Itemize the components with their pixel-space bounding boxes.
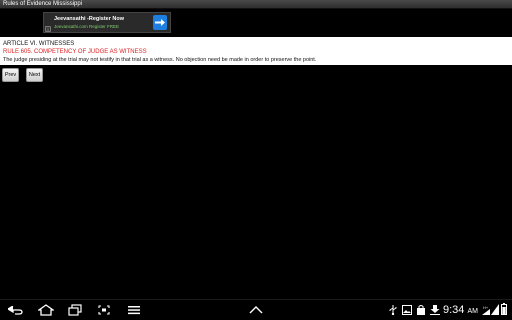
download-icon bbox=[430, 305, 440, 315]
ad-info-icon[interactable]: i bbox=[45, 26, 51, 32]
battery-icon bbox=[501, 303, 507, 315]
rule-text: The judge presiding at the trial may not… bbox=[3, 57, 317, 63]
image-icon bbox=[402, 305, 412, 315]
next-button[interactable]: Next bbox=[26, 68, 43, 82]
system-navigation-bar: 9:34 AM H+ bbox=[0, 299, 512, 320]
recent-apps-icon[interactable] bbox=[68, 304, 82, 316]
home-icon[interactable] bbox=[38, 304, 54, 316]
ad-title: Jeevansathi -Register Now bbox=[54, 16, 124, 22]
clock-ampm: AM bbox=[467, 308, 478, 315]
arrow-right-icon bbox=[155, 19, 165, 26]
cell-signal-icon bbox=[491, 304, 499, 315]
menu-icon[interactable] bbox=[128, 305, 140, 315]
ad-go-button[interactable] bbox=[153, 15, 167, 30]
back-icon[interactable] bbox=[8, 306, 24, 315]
app-title: Rules of Evidence Mississippi bbox=[3, 1, 83, 7]
prev-button[interactable]: Prev bbox=[2, 68, 19, 82]
screenshot-icon[interactable] bbox=[98, 305, 110, 315]
up-arrow-icon[interactable] bbox=[249, 306, 263, 314]
ad-banner[interactable]: i Jeevansathi -Register Now Jeevansathi.… bbox=[43, 12, 171, 33]
wifi-signal-icon bbox=[482, 309, 490, 315]
app-title-bar: Rules of Evidence Mississippi bbox=[0, 0, 512, 9]
usb-icon bbox=[389, 305, 397, 315]
rule-heading: RULE 605. COMPETENCY OF JUDGE AS WITNESS bbox=[3, 49, 147, 55]
clock-time: 9:34 bbox=[443, 304, 465, 316]
rule-content: ARTICLE VI. WITNESSES RULE 605. COMPETEN… bbox=[0, 37, 512, 65]
article-heading: ARTICLE VI. WITNESSES bbox=[3, 41, 75, 47]
ad-subtitle: Jeevansathi.com Register FREE bbox=[54, 24, 120, 29]
clock: 9:34 AM bbox=[443, 303, 478, 319]
shopping-bag-icon bbox=[417, 305, 425, 315]
